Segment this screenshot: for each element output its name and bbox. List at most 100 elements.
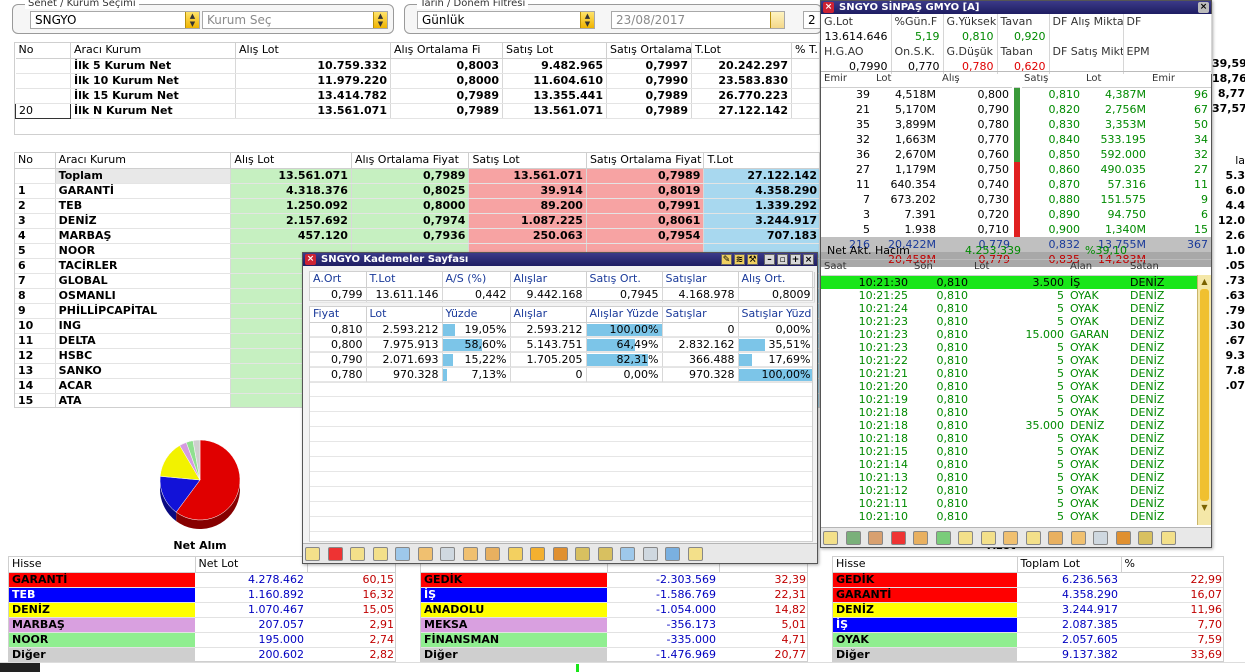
table-row[interactable]: İlk 5 Kurum Net 10.759.332 0,8003 9.482.965… <box>15 58 819 74</box>
close-icon[interactable]: × <box>823 2 834 13</box>
table-row[interactable]: 0,800 7.975.913 58,60% 5.143.751 64,49% 2.832… <box>310 337 812 353</box>
star-icon[interactable] <box>1160 531 1176 545</box>
order-book-row[interactable]: 27 1,179M 0,750 0,860 490.035 27 <box>821 162 1211 177</box>
kurum-select[interactable]: Kurum Seç ▲ ▼ <box>202 11 388 29</box>
trade-row[interactable]: 10:21:18 0,810 5 OYAK DENİZ <box>821 432 1197 445</box>
trades-scrollbar[interactable]: ▲ ▼ <box>1197 275 1211 525</box>
grid-icon[interactable] <box>845 531 861 545</box>
list-icon[interactable] <box>507 547 523 561</box>
tool-icon[interactable]: ⚒ <box>747 254 758 265</box>
table-row[interactable]: MARBAŞ 207.057 2,91 <box>9 617 395 633</box>
edit-icon[interactable] <box>1025 531 1041 545</box>
quote-window[interactable]: × SNGYO SİNPAŞ GMYO [A] × G.Lot %Gün.F G.Y… <box>820 0 1212 548</box>
table-row[interactable]: Diğer -1.476.969 20,77 <box>421 647 807 661</box>
chevron-updown-icon[interactable]: ▲ ▼ <box>185 12 199 28</box>
chevron-updown-icon[interactable]: ▲ ▼ <box>373 12 387 28</box>
alert-icon[interactable] <box>552 547 568 561</box>
trade-row[interactable]: 10:21:13 0,810 5 OYAK DENİZ <box>821 471 1197 484</box>
scroll-up-icon[interactable]: ▲ <box>1198 275 1211 289</box>
table-row[interactable]: İlk 10 Kurum Net 11.979.220 0,8000 11.604.6… <box>15 73 819 89</box>
scroll-thumb[interactable] <box>1200 289 1209 501</box>
table-icon[interactable] <box>395 547 410 561</box>
table-row[interactable]: 1 GARANTİ 4.318.376 0,8025 39.914 0,8019 4.358… <box>15 183 819 199</box>
table-row[interactable]: ANADOLU -1.054.000 14,82 <box>421 602 807 618</box>
close-right-icon[interactable]: × <box>1198 2 1209 13</box>
trade-row[interactable]: 10:21:20 0,810 5 OYAK DENİZ <box>821 380 1197 393</box>
table-row[interactable]: FİNANSMAN -335.000 4,71 <box>421 632 807 648</box>
end-date-input[interactable]: 2 <box>803 11 821 29</box>
stats-icon[interactable] <box>868 531 883 545</box>
date-input[interactable]: 23/08/2017 <box>611 11 785 29</box>
export-icon[interactable] <box>597 547 613 561</box>
trade-row[interactable]: 10:21:21 0,810 5 OYAK DENİZ <box>821 367 1197 380</box>
table-row[interactable]: İŞ -1.586.769 22,31 <box>421 587 807 603</box>
order-book-row[interactable]: 11 640.354 0,740 0,870 57.316 11 <box>821 177 1211 192</box>
trade-row[interactable]: 10:21:10 0,810 5 OYAK DENİZ <box>821 510 1197 523</box>
chevron-updown-icon[interactable]: ▲ ▼ <box>580 12 594 28</box>
trade-row[interactable]: 10:21:23 0,810 15.000 GARAN DENİZ <box>821 328 1197 341</box>
maximize-icon[interactable]: + <box>790 254 801 265</box>
chart-line-icon[interactable] <box>305 547 320 561</box>
trade-row[interactable]: 10:21:18 0,810 35.000 DENİZ DENİZ <box>821 419 1197 432</box>
search-icon[interactable] <box>1093 531 1108 545</box>
table-row[interactable]: Diğer 200.602 2,82 <box>9 647 395 661</box>
kademe-titlebar[interactable]: × SNGYO Kademeler Sayfası ✎ ≋ ⚒ – ▫ + × <box>303 253 817 266</box>
users-icon[interactable] <box>1070 531 1086 545</box>
table-row[interactable]: GARANTİ 4.358.290 16,07 <box>833 587 1223 603</box>
symbol-select[interactable]: SNGYO ▲ ▼ <box>30 11 200 29</box>
table-row[interactable]: İŞ 2.087.385 7,70 <box>833 617 1223 633</box>
table-row[interactable]: 20 İlk N Kurum Net 13.561.071 0,7989 13.561.… <box>15 102 819 119</box>
minimize-icon[interactable]: – <box>764 254 775 265</box>
swap-icon[interactable] <box>462 547 478 561</box>
chart-icon[interactable]: ≋ <box>734 254 745 265</box>
alert-icon[interactable] <box>1115 531 1131 545</box>
table-row[interactable]: Diğer 9.137.382 33,69 <box>833 647 1223 661</box>
arrows-icon[interactable] <box>530 547 545 561</box>
order-book-row[interactable]: 32 1,663M 0,770 0,840 533.195 34 <box>821 132 1211 147</box>
zoom-icon[interactable] <box>642 547 658 561</box>
trade-row[interactable]: 10:21:22 0,810 5 OYAK DENİZ <box>821 354 1197 367</box>
restore-icon[interactable]: ▫ <box>777 254 788 265</box>
table-row[interactable]: MEKSA -356.173 5,01 <box>421 617 807 633</box>
trade-row[interactable]: 10:21:30 0,810 3.500 İŞ DENİZ <box>821 275 1197 289</box>
table-row[interactable]: 0,790 2.071.693 15,22% 1.705.205 82,31% 366.4… <box>310 352 812 368</box>
link-icon[interactable] <box>485 547 500 561</box>
quote-titlebar[interactable]: × SNGYO SİNPAŞ GMYO [A] × <box>821 1 1211 14</box>
trade-row[interactable]: 10:21:15 0,810 5 OYAK DENİZ <box>821 445 1197 458</box>
star-icon[interactable] <box>687 547 703 561</box>
order-book-row[interactable]: 7 673.202 0,730 0,880 151.575 9 <box>821 192 1211 207</box>
order-book-row[interactable]: 21 5,170M 0,790 0,820 2,756M 67 <box>821 102 1211 117</box>
trade-row[interactable]: 10:21:23 0,810 5 OYAK DENİZ <box>821 315 1197 328</box>
close-small-icon[interactable]: × <box>803 254 814 265</box>
table-row[interactable]: 3 DENİZ 2.157.692 0,7974 1.087.225 0,8061 3.24… <box>15 213 819 229</box>
broker-total-row[interactable]: Toplam 13.561.071 0,7989 13.561.071 0,7989 27… <box>15 168 819 184</box>
arrow-up-icon[interactable] <box>935 531 951 545</box>
doc-icon[interactable] <box>958 531 973 545</box>
switch-icon[interactable] <box>913 531 928 545</box>
order-book-row[interactable]: 36 2,670M 0,760 0,850 592.000 32 <box>821 147 1211 162</box>
order-book-row[interactable]: 39 4,518M 0,800 0,810 4,387M 96 <box>821 87 1211 102</box>
trade-row[interactable]: 10:21:11 0,810 5 OYAK DENİZ <box>821 497 1197 510</box>
search-icon[interactable] <box>440 547 455 561</box>
ruler-icon[interactable] <box>372 547 388 561</box>
table-row[interactable]: GEDİK -2.303.569 32,39 <box>421 572 807 588</box>
trade-row[interactable]: 10:21:19 0,810 5 OYAK DENİZ <box>821 393 1197 406</box>
users-icon[interactable] <box>417 547 433 561</box>
table-row[interactable]: OYAK 2.057.605 7,59 <box>833 632 1223 648</box>
trade-row[interactable]: 10:21:12 0,810 5 OYAK DENİZ <box>821 484 1197 497</box>
db-icon[interactable] <box>620 547 635 561</box>
table-row[interactable]: TEB 1.160.892 16,32 <box>9 587 395 603</box>
order-book-row[interactable]: 3 7.391 0,720 0,890 94.750 6 <box>821 207 1211 222</box>
database-icon[interactable] <box>665 547 680 561</box>
close-icon[interactable]: × <box>305 254 316 265</box>
settings-icon[interactable]: ✎ <box>721 254 732 265</box>
link-icon[interactable] <box>1048 531 1063 545</box>
trade-row[interactable]: 10:21:18 0,810 5 OYAK DENİZ <box>821 406 1197 419</box>
table-row[interactable]: İlk 15 Kurum Net 13.414.782 0,7989 13.355.4… <box>15 88 819 104</box>
table-row[interactable]: 4 MARBAŞ 457.120 0,7936 250.063 0,7954 707.183 <box>15 228 819 244</box>
m-logo-icon[interactable] <box>327 547 343 561</box>
list-icon[interactable] <box>1003 531 1018 545</box>
table-row[interactable]: 0,810 2.593.212 19,05% 2.593.212 100,00% 0 0,0… <box>310 322 812 338</box>
period-select[interactable]: Günlük ▲ ▼ <box>417 11 595 29</box>
table-row[interactable]: GARANTİ 4.278.462 60,15 <box>9 572 395 588</box>
